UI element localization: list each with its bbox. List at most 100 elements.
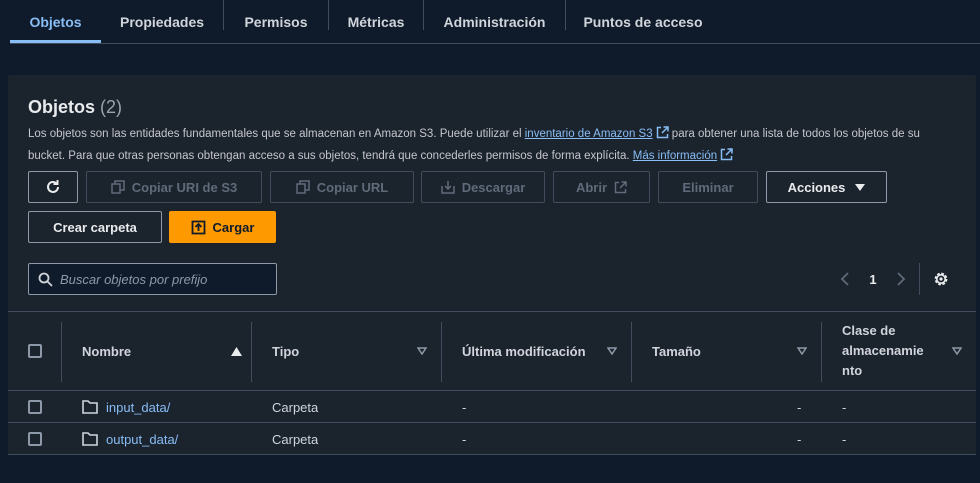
- row-select-cell: [28, 423, 42, 455]
- panel-title: Objetos (2): [28, 97, 122, 118]
- tab-properties[interactable]: Propiedades: [101, 0, 223, 44]
- table-row[interactable]: input_data/ Carpeta - - -: [8, 391, 976, 423]
- row-checkbox[interactable]: [28, 400, 42, 414]
- folder-icon: [82, 432, 98, 446]
- search-input[interactable]: [60, 271, 260, 287]
- object-name-cell: output_data/: [82, 423, 178, 455]
- external-link-icon: [656, 126, 669, 139]
- open-button[interactable]: Abrir: [553, 171, 650, 203]
- sort-ascending-icon: [231, 346, 242, 356]
- folder-icon: [82, 400, 98, 414]
- create-folder-label: Crear carpeta: [53, 219, 137, 235]
- panel-title-text: Objetos: [28, 97, 96, 117]
- objects-panel: Objetos (2) Los objetos son las entidade…: [8, 75, 976, 455]
- download-icon: [440, 181, 455, 194]
- caret-down-icon: [855, 183, 866, 191]
- column-header-name[interactable]: Nombre: [82, 312, 242, 390]
- object-storage-class: -: [842, 399, 847, 415]
- select-all-checkbox[interactable]: [28, 344, 42, 358]
- upload-label: Cargar: [212, 219, 255, 235]
- actions-label: Acciones: [787, 179, 846, 195]
- previous-page-button[interactable]: [836, 265, 854, 293]
- tab-permissions[interactable]: Permisos: [224, 0, 328, 44]
- object-storage-class: -: [842, 431, 847, 447]
- column-header-storage-class[interactable]: Clase de almacenamie nto: [842, 312, 962, 390]
- tab-objects[interactable]: Objetos: [10, 0, 101, 44]
- object-name-link[interactable]: output_data/: [106, 432, 178, 447]
- inventory-link[interactable]: inventario de Amazon S3: [525, 128, 653, 140]
- column-header-type[interactable]: Tipo: [272, 312, 427, 390]
- object-name-cell: input_data/: [82, 391, 170, 423]
- external-link-icon: [614, 180, 627, 193]
- refresh-button[interactable]: [28, 171, 78, 203]
- copy-s3-uri-label: Copiar URI de S3: [131, 179, 238, 195]
- sort-icon: [952, 347, 962, 355]
- panel-description: Los objetos son las entidades fundamenta…: [28, 123, 948, 167]
- sort-icon: [417, 347, 427, 355]
- external-link-icon: [720, 148, 733, 161]
- object-last-modified: -: [462, 399, 467, 415]
- actions-dropdown[interactable]: Acciones: [766, 171, 887, 203]
- column-type-label: Tipo: [272, 343, 300, 359]
- tabs-divider: [10, 43, 980, 44]
- description-text: Los objetos son las entidades fundamenta…: [28, 128, 525, 140]
- search-field[interactable]: [28, 263, 277, 295]
- tab-metrics[interactable]: Métricas: [329, 0, 423, 44]
- column-header-size[interactable]: Tamaño: [652, 312, 807, 390]
- object-count: (2): [100, 97, 123, 117]
- object-type: Carpeta: [272, 399, 319, 415]
- download-label: Descargar: [461, 179, 526, 195]
- table-row[interactable]: output_data/ Carpeta - - -: [8, 423, 976, 455]
- pagination-divider: [919, 263, 920, 295]
- storage-label-line: almacenamie: [842, 343, 924, 358]
- object-size: -: [797, 431, 802, 447]
- chevron-left-icon: [840, 272, 849, 286]
- object-last-modified: -: [462, 431, 467, 447]
- copy-url-button[interactable]: Copiar URL: [270, 171, 414, 203]
- column-header-last-modified[interactable]: Última modificación: [462, 312, 617, 390]
- copy-icon: [111, 180, 125, 194]
- object-size: -: [797, 399, 802, 415]
- storage-label-line: Clase de: [842, 323, 896, 338]
- sort-icon: [797, 347, 807, 355]
- column-modified-label: Última modificación: [462, 343, 586, 359]
- tab-bar: Objetos Propiedades Permisos Métricas Ad…: [0, 0, 980, 44]
- create-folder-button[interactable]: Crear carpeta: [28, 211, 162, 243]
- open-label: Abrir: [575, 179, 608, 195]
- tab-management[interactable]: Administración: [424, 0, 565, 44]
- refresh-icon: [47, 180, 59, 193]
- object-type: Carpeta: [272, 431, 319, 447]
- current-page[interactable]: 1: [865, 265, 881, 293]
- delete-label: Eliminar: [682, 179, 734, 195]
- column-divider: [821, 322, 822, 382]
- object-name-link[interactable]: input_data/: [106, 400, 170, 415]
- upload-icon: [191, 220, 205, 234]
- upload-button[interactable]: Cargar: [169, 211, 276, 243]
- column-storage-label: Clase de almacenamie nto: [842, 321, 924, 381]
- table-header: Nombre Tipo Última modificación Tamaño C…: [8, 311, 976, 391]
- column-name-label: Nombre: [82, 343, 132, 359]
- search-icon: [38, 272, 53, 287]
- copy-icon: [296, 180, 310, 194]
- column-divider: [441, 322, 442, 382]
- tab-access-points[interactable]: Puntos de acceso: [566, 0, 720, 44]
- chevron-right-icon: [897, 272, 906, 286]
- delete-button[interactable]: Eliminar: [658, 171, 758, 203]
- objects-table: Nombre Tipo Última modificación Tamaño C…: [8, 311, 976, 455]
- column-divider: [251, 322, 252, 382]
- row-select-cell: [28, 391, 42, 423]
- download-button[interactable]: Descargar: [421, 171, 545, 203]
- copy-s3-uri-button[interactable]: Copiar URI de S3: [86, 171, 262, 203]
- column-divider: [631, 322, 632, 382]
- preferences-button[interactable]: [930, 265, 952, 293]
- copy-url-label: Copiar URL: [316, 179, 389, 195]
- row-checkbox[interactable]: [28, 432, 42, 446]
- column-divider: [61, 322, 62, 382]
- gear-icon: [934, 272, 948, 286]
- sort-icon: [607, 347, 617, 355]
- learn-more-link[interactable]: Más información: [633, 150, 717, 162]
- next-page-button[interactable]: [892, 265, 910, 293]
- storage-label-line: nto: [842, 363, 863, 378]
- column-size-label: Tamaño: [652, 343, 701, 359]
- select-all-cell: [28, 312, 48, 390]
